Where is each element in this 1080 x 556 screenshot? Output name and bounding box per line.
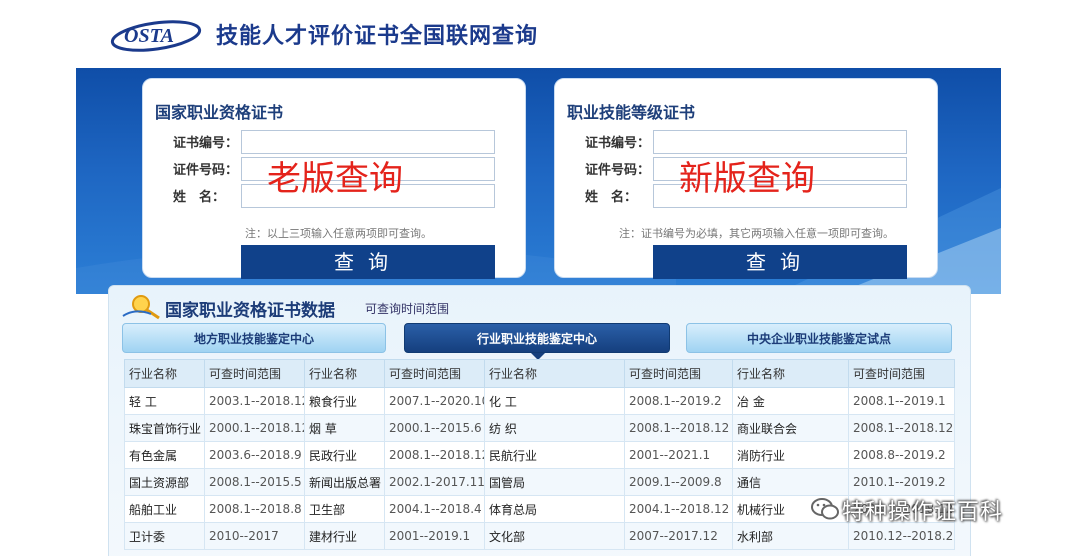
- column-header: 可查时间范围: [624, 359, 733, 388]
- id-number-label: 证件号码：: [585, 163, 651, 178]
- industry-name-cell: 商业联合会: [732, 414, 849, 442]
- time-range-cell: 2000.1--2015.6: [384, 414, 485, 442]
- industry-name-cell: 国管局: [484, 468, 625, 496]
- time-range-cell: 2010.12--2018.2: [848, 522, 955, 550]
- panel-title: 职业技能等级证书: [567, 103, 696, 122]
- table-row: 轻 工 2003.1--2018.12 粮食行业 2007.1--2020.10 化 工…: [124, 387, 955, 415]
- tab-central-enterprise[interactable]: 中央企业职业技能鉴定试点: [686, 323, 952, 353]
- time-range-cell: 2009.1--2009.8: [624, 468, 733, 496]
- osta-logo-icon: OSTA: [110, 20, 202, 52]
- table-row: 珠宝首饰行业 2000.1--2018.12 烟 草 2000.1--2015.6 纺 …: [124, 414, 955, 442]
- industry-name-cell: 文化部: [484, 522, 625, 550]
- tab-local-centers[interactable]: 地方职业技能鉴定中心: [122, 323, 386, 353]
- industry-name-cell: 建材行业: [304, 522, 385, 550]
- watermark-text: 特种操作证百科: [842, 500, 1004, 525]
- old-query-caption: 老版查询: [267, 159, 403, 199]
- time-range-cell: 2008.1--2019.2: [624, 387, 733, 415]
- table-row: 有色金属 2003.6--2018.9 民政行业 2008.1--2018.12 民航行…: [124, 441, 955, 469]
- time-range-cell: 2001--2021.1: [624, 441, 733, 469]
- industry-name-cell: 水利部: [732, 522, 849, 550]
- time-range-cell: 2003.6--2018.9: [204, 441, 305, 469]
- cert-number-label: 证书编号：: [173, 136, 239, 151]
- column-header: 可查时间范围: [204, 359, 305, 388]
- column-header: 行业名称: [732, 359, 849, 388]
- industry-name-cell: 有色金属: [124, 441, 205, 469]
- time-range-cell: 2001--2019.1: [384, 522, 485, 550]
- site-header: OSTA 技能人才评价证书全国联网查询: [0, 0, 1080, 68]
- table-body: 轻 工 2003.1--2018.12 粮食行业 2007.1--2020.10 化 工…: [124, 387, 955, 550]
- tab-industry-centers[interactable]: 行业职业技能鉴定中心: [404, 323, 670, 353]
- name-label: 姓 名：: [173, 190, 226, 205]
- industry-name-cell: 冶 金: [732, 387, 849, 415]
- new-query-button[interactable]: 查询: [653, 245, 907, 279]
- new-query-caption: 新版查询: [679, 159, 815, 199]
- data-section-subtitle: 可查询时间范围: [365, 302, 450, 316]
- industry-name-cell: 体育总局: [484, 495, 625, 523]
- time-range-cell: 2003.1--2018.12: [204, 387, 305, 415]
- magnifier-person-icon: [122, 295, 160, 320]
- time-range-cell: 2004.1--2018.4: [384, 495, 485, 523]
- panel-note: 注：以上三项输入任意两项即可查询。: [245, 227, 432, 240]
- time-range-cell: 2004.1--2018.12: [624, 495, 733, 523]
- data-section-title: 国家职业资格证书数据: [165, 301, 335, 321]
- table-row: 卫计委 2010--2017 建材行业 2001--2019.1 文化部 2007--20…: [124, 522, 955, 550]
- industry-name-cell: 民航行业: [484, 441, 625, 469]
- time-range-cell: 2008.1--2015.5: [204, 468, 305, 496]
- panel-note: 注：证书编号为必填，其它两项输入任意一项即可查询。: [619, 227, 894, 240]
- table-header-row: 行业名称 可查时间范围 行业名称 可查时间范围 行业名称 可查时间范围 行业名称…: [124, 359, 955, 388]
- industry-name-cell: 珠宝首饰行业: [124, 414, 205, 442]
- column-header: 行业名称: [304, 359, 385, 388]
- id-number-label: 证件号码：: [173, 163, 239, 178]
- industry-name-cell: 国土资源部: [124, 468, 205, 496]
- wechat-icon: [811, 498, 839, 520]
- cert-number-label: 证书编号：: [585, 136, 651, 151]
- panel-title: 国家职业资格证书: [155, 103, 284, 122]
- time-range-cell: 2008.1--2018.12: [384, 441, 485, 469]
- industry-name-cell: 化 工: [484, 387, 625, 415]
- time-range-cell: 2008.1--2018.8: [204, 495, 305, 523]
- new-cert-panel: 职业技能等级证书 证书编号： 证件号码： 姓 名： 新版查询 注：证书编号为必填…: [554, 78, 938, 279]
- time-range-cell: 2007.1--2020.10: [384, 387, 485, 415]
- industry-name-cell: 粮食行业: [304, 387, 385, 415]
- time-range-cell: 2007--2017.12: [624, 522, 733, 550]
- column-header: 行业名称: [124, 359, 205, 388]
- query-banner: 国家职业资格证书 证书编号： 证件号码： 姓 名： 老版查询 注：以上三项输入任…: [76, 68, 1001, 294]
- industry-name-cell: 消防行业: [732, 441, 849, 469]
- svg-text:OSTA: OSTA: [124, 25, 174, 47]
- industry-name-cell: 通信: [732, 468, 849, 496]
- column-header: 行业名称: [484, 359, 625, 388]
- name-label: 姓 名：: [585, 190, 638, 205]
- industry-name-cell: 船舶工业: [124, 495, 205, 523]
- time-range-cell: 2008.1--2019.1: [848, 387, 955, 415]
- industry-name-cell: 民政行业: [304, 441, 385, 469]
- time-range-cell: 2002.1-2017.11: [384, 468, 485, 496]
- column-header: 可查时间范围: [848, 359, 955, 388]
- industry-name-cell: 卫生部: [304, 495, 385, 523]
- time-range-cell: 2010--2017: [204, 522, 305, 550]
- table-row: 国土资源部 2008.1--2015.5 新闻出版总署 2002.1-2017.11 国…: [124, 468, 955, 496]
- industry-name-cell: 卫计委: [124, 522, 205, 550]
- time-range-cell: 2008.1--2018.12: [848, 414, 955, 442]
- old-cert-panel: 国家职业资格证书 证书编号： 证件号码： 姓 名： 老版查询 注：以上三项输入任…: [142, 78, 526, 279]
- time-range-cell: 2008.8--2019.2: [848, 441, 955, 469]
- industry-name-cell: 轻 工: [124, 387, 205, 415]
- time-range-cell: 2010.1--2019.2: [848, 468, 955, 496]
- time-range-cell: 2008.1--2018.12: [624, 414, 733, 442]
- page: OSTA 技能人才评价证书全国联网查询 国家职业资格证书 证书编号： 证件号码：…: [0, 0, 1080, 556]
- column-header: 可查时间范围: [384, 359, 485, 388]
- industry-name-cell: 新闻出版总署: [304, 468, 385, 496]
- industry-name-cell: 烟 草: [304, 414, 385, 442]
- site-title: 技能人才评价证书全国联网查询: [216, 24, 539, 49]
- old-query-button[interactable]: 查询: [241, 245, 495, 279]
- industry-name-cell: 纺 织: [484, 414, 625, 442]
- time-range-cell: 2000.1--2018.12: [204, 414, 305, 442]
